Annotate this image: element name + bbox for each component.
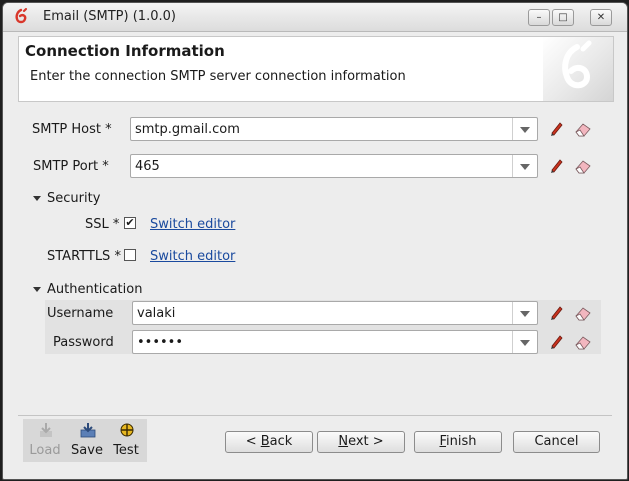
ssl-label: SSL *	[85, 217, 120, 232]
bottom-separator	[18, 415, 612, 416]
security-section-title: Security	[47, 191, 101, 206]
eraser-icon[interactable]	[574, 304, 592, 322]
save-button[interactable]: Save	[67, 419, 107, 462]
dialog-window: Email (SMTP) (1.0.0) – □ ✕ Connection In…	[2, 2, 628, 480]
username-value: valaki	[137, 306, 176, 321]
ssl-switch-editor-link[interactable]: Switch editor	[150, 217, 235, 232]
test-label: Test	[113, 443, 139, 458]
load-label: Load	[29, 443, 61, 458]
password-label: Password	[53, 335, 114, 350]
next-button[interactable]: Next >	[317, 431, 405, 453]
ssl-checkbox[interactable]: ✔	[124, 217, 136, 229]
starttls-label: STARTTLS *	[47, 249, 121, 264]
chevron-down-icon[interactable]	[512, 331, 537, 353]
chevron-down-icon[interactable]	[512, 118, 537, 140]
back-mnemonic: B	[260, 434, 270, 449]
test-icon	[120, 423, 134, 437]
back-button[interactable]: < Back	[225, 431, 313, 453]
starttls-switch-editor-link[interactable]: Switch editor	[150, 249, 235, 264]
pencil-icon[interactable]	[548, 120, 566, 138]
watermark-logo-icon	[562, 40, 592, 89]
close-button[interactable]: ✕	[590, 9, 612, 26]
load-button[interactable]: Load	[25, 419, 65, 462]
eraser-icon[interactable]	[574, 157, 592, 175]
back-rest: ack	[269, 434, 293, 449]
smtp-host-value: smtp.gmail.com	[135, 122, 240, 137]
maximize-button[interactable]: □	[552, 9, 574, 26]
pencil-icon[interactable]	[548, 304, 566, 322]
wizard-header: Connection Information Enter the connect…	[18, 36, 614, 102]
connection-toolbar: Load Save Test	[23, 419, 147, 462]
authentication-section-title: Authentication	[47, 282, 143, 297]
smtp-host-label: SMTP Host *	[32, 122, 112, 137]
save-icon	[80, 423, 96, 438]
smtp-port-value: 465	[135, 159, 160, 174]
smtp-host-combo[interactable]: smtp.gmail.com	[130, 117, 538, 141]
next-mnemonic: N	[338, 434, 349, 449]
smtp-port-label: SMTP Port *	[33, 159, 109, 174]
username-combo[interactable]: valaki	[132, 301, 538, 325]
finish-button[interactable]: Finish	[414, 431, 502, 453]
cancel-button[interactable]: Cancel	[513, 431, 600, 453]
authentication-section-toggle[interactable]: Authentication	[33, 282, 142, 297]
header-logo	[543, 37, 613, 101]
page-title: Connection Information	[25, 42, 225, 60]
next-rest: ext >	[348, 434, 384, 449]
page-description: Enter the connection SMTP server connect…	[30, 69, 406, 84]
test-button[interactable]: Test	[106, 419, 146, 462]
password-value: ••••••	[137, 335, 184, 350]
back-prefix: <	[245, 434, 261, 449]
app-logo-icon	[15, 8, 27, 24]
minimize-button[interactable]: –	[528, 9, 550, 26]
triangle-down-icon	[33, 287, 41, 292]
triangle-down-icon	[33, 196, 41, 201]
password-combo[interactable]: ••••••	[132, 330, 538, 354]
pencil-icon[interactable]	[548, 333, 566, 351]
window-title: Email (SMTP) (1.0.0)	[43, 9, 176, 24]
eraser-icon[interactable]	[574, 333, 592, 351]
chevron-down-icon[interactable]	[512, 302, 537, 324]
security-section-toggle[interactable]: Security	[33, 191, 100, 206]
eraser-icon[interactable]	[574, 120, 592, 138]
title-bar: Email (SMTP) (1.0.0) – □ ✕	[3, 3, 627, 32]
load-icon	[40, 423, 52, 437]
pencil-icon[interactable]	[548, 157, 566, 175]
chevron-down-icon[interactable]	[512, 155, 537, 177]
finish-rest: inish	[446, 434, 477, 449]
starttls-checkbox[interactable]	[124, 249, 136, 261]
username-label: Username	[47, 306, 114, 321]
smtp-port-combo[interactable]: 465	[130, 154, 538, 178]
save-label: Save	[71, 443, 103, 458]
